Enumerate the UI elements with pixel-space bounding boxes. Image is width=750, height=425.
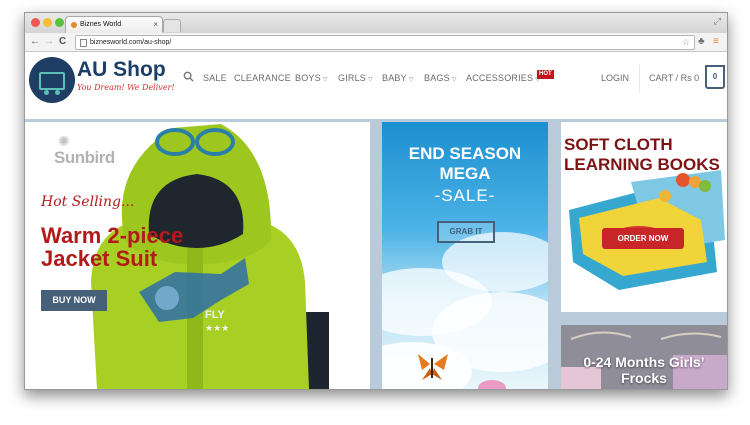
url-text[interactable]: biznesworld.com/au-shop/ bbox=[90, 36, 171, 49]
nav-baby[interactable]: BABY ▽ bbox=[382, 73, 414, 83]
chevron-down-icon: ▽ bbox=[322, 77, 328, 83]
tab-strip: Biznes World × ⤢ bbox=[25, 13, 727, 34]
chevron-down-icon: ▽ bbox=[408, 77, 414, 83]
nav-accessories-label: ACCESSORIES bbox=[466, 73, 534, 83]
favicon-icon bbox=[71, 22, 77, 28]
zoom-window-button[interactable] bbox=[55, 18, 64, 27]
frocks-banner[interactable]: 0-24 Months Girls’ Frocks bbox=[561, 325, 727, 389]
nav-girls[interactable]: GIRLS ▽ bbox=[338, 73, 373, 83]
nav-sale[interactable]: SALE bbox=[203, 73, 227, 83]
bookmark-star-icon[interactable]: ☆ bbox=[682, 36, 690, 49]
books-title: SOFT CLOTH LEARNING BOOKS bbox=[564, 135, 720, 174]
promo-title: END SEASON MEGA bbox=[408, 144, 522, 183]
nav-clearance[interactable]: CLEARANCE bbox=[234, 73, 291, 83]
brand-name[interactable]: AU Shop bbox=[77, 58, 166, 82]
sunbird-logo: Sunbird bbox=[54, 148, 115, 167]
nav-accessories[interactable]: ACCESSORIES ▽ bbox=[466, 73, 540, 83]
cart-wheel-icon bbox=[55, 90, 60, 95]
browser-tab[interactable]: Biznes World × bbox=[65, 16, 163, 34]
chevron-down-icon: ▽ bbox=[451, 77, 457, 83]
new-tab-button[interactable] bbox=[163, 19, 181, 32]
order-now-button[interactable]: ORDER NOW bbox=[602, 228, 684, 249]
promo-sale: -SALE- bbox=[434, 186, 496, 205]
chevron-down-icon: ▽ bbox=[368, 77, 373, 83]
shirt-print-text: FLY bbox=[205, 309, 225, 321]
hot-badge: HOT bbox=[537, 70, 554, 79]
tagline: You Dream! We Deliver! bbox=[77, 83, 175, 92]
books-banner[interactable]: SOFT CLOTH LEARNING BOOKS ORDER NOW bbox=[561, 122, 727, 312]
fullscreen-icon[interactable]: ⤢ bbox=[714, 16, 721, 27]
cart-wheel-icon bbox=[44, 90, 49, 95]
close-window-button[interactable] bbox=[31, 18, 40, 27]
hero-banner[interactable]: FLY ★★★ ✺ Sunbird Hot Selling... Warm 2-… bbox=[25, 122, 370, 389]
page-icon bbox=[80, 39, 87, 47]
divider bbox=[639, 65, 640, 93]
browser-window: Biznes World × ⤢ ← → C biznesworld.com/a… bbox=[24, 12, 728, 390]
page-viewport: AU Shop You Dream! We Deliver! SALE CLEA… bbox=[25, 52, 727, 389]
login-link[interactable]: LOGIN bbox=[601, 73, 629, 83]
back-button[interactable]: ← bbox=[30, 35, 40, 49]
nav-bags[interactable]: BAGS ▽ bbox=[424, 73, 457, 83]
hero-kicker: Hot Selling... bbox=[41, 194, 135, 210]
sale-banner[interactable]: END SEASON MEGA -SALE- GRAB IT bbox=[382, 122, 548, 389]
tab-close-icon[interactable]: × bbox=[153, 17, 158, 33]
nav-boys[interactable]: BOYS ▽ bbox=[295, 73, 328, 83]
logo[interactable] bbox=[29, 57, 75, 103]
reload-button[interactable]: C bbox=[59, 35, 66, 49]
minimize-window-button[interactable] bbox=[43, 18, 52, 27]
hero-headline: Warm 2-piece Jacket Suit bbox=[41, 223, 184, 271]
nav-bags-label: BAGS bbox=[424, 73, 450, 83]
grab-it-button[interactable]: GRAB IT bbox=[437, 221, 495, 243]
menu-icon[interactable]: ≡ bbox=[713, 35, 719, 49]
nav-boys-label: BOYS bbox=[295, 73, 321, 83]
buy-now-button[interactable]: BUY NOW bbox=[41, 290, 107, 311]
frocks-title: 0-24 Months Girls’ Frocks bbox=[583, 354, 705, 386]
tab-title: Biznes World bbox=[80, 21, 122, 28]
extension-icon[interactable]: ♣ bbox=[698, 35, 705, 49]
search-icon[interactable] bbox=[183, 71, 194, 82]
address-bar[interactable]: biznesworld.com/au-shop/ ☆ bbox=[75, 35, 695, 50]
cart-link[interactable]: CART / Rs 0 bbox=[649, 73, 699, 83]
nav-baby-label: BABY bbox=[382, 73, 407, 83]
nav-girls-label: GIRLS bbox=[338, 73, 367, 83]
cart-count-button[interactable]: 0 bbox=[705, 65, 725, 89]
stars-print-icon: ★★★ bbox=[205, 324, 229, 334]
forward-button[interactable]: → bbox=[44, 35, 54, 49]
browser-toolbar: ← → C biznesworld.com/au-shop/ ☆ ♣ ≡ bbox=[25, 33, 727, 52]
cart-logo-icon bbox=[39, 72, 65, 90]
site-header: AU Shop You Dream! We Deliver! SALE CLEA… bbox=[25, 52, 727, 119]
